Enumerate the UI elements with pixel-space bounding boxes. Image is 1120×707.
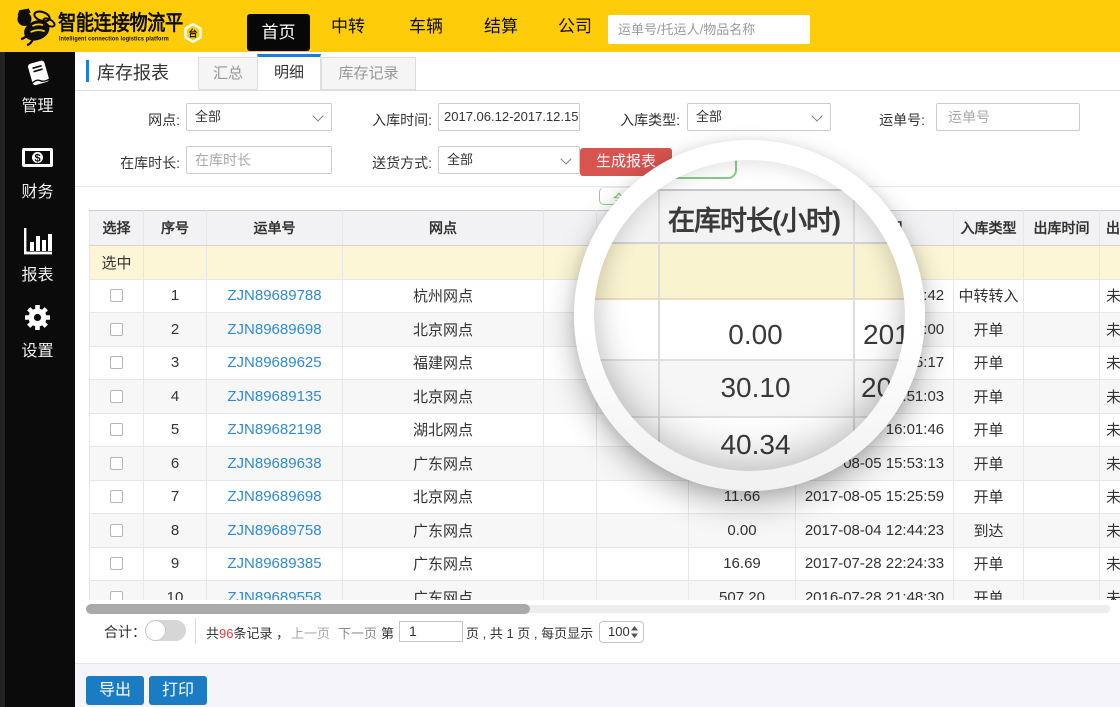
- svg-text:台: 台: [188, 28, 197, 39]
- svg-text:$: $: [34, 153, 40, 165]
